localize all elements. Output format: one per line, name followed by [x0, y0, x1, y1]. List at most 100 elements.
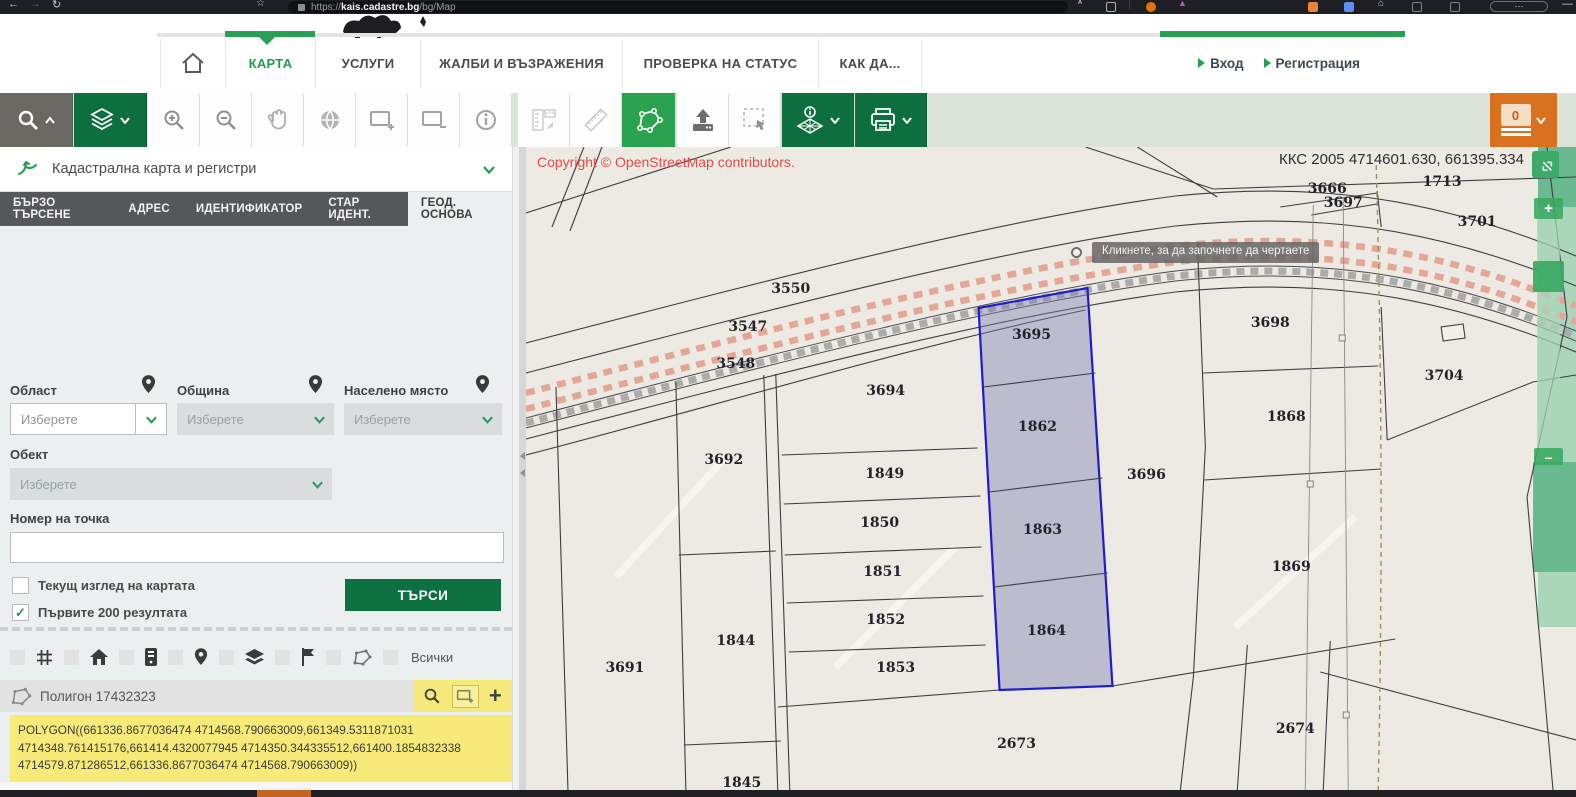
- parcel-label-2674: 2674: [1276, 721, 1315, 737]
- current-view-checkbox[interactable]: [12, 577, 29, 594]
- map-zoom-in-button[interactable]: +: [1534, 198, 1563, 219]
- rect-plus-icon: [455, 688, 475, 704]
- nav-tab-kakda[interactable]: КАК ДА...: [818, 38, 922, 88]
- zoom-in-button[interactable]: [148, 93, 200, 147]
- filter-checkbox-pin[interactable]: [168, 650, 183, 665]
- parcel-label-3550: 3550: [771, 281, 810, 297]
- nav-tab-proverka[interactable]: ПРОВЕРКА НА СТАТУС: [622, 38, 818, 88]
- chevron-down-icon: [481, 415, 494, 424]
- globe-button[interactable]: [304, 93, 356, 147]
- map-zoom-out-button[interactable]: –: [1534, 448, 1563, 465]
- cart-button[interactable]: 0: [1490, 93, 1557, 147]
- parcel-label-1864: 1864: [1027, 623, 1066, 639]
- draw-polygon-button[interactable]: [622, 93, 676, 147]
- result-row[interactable]: Полигон 17432323 +: [0, 680, 512, 712]
- save-page-icon[interactable]: [1106, 2, 1116, 12]
- chevron-down-icon: [829, 116, 841, 124]
- site-header: КАРТА УСЛУГИ ЖАЛБИ И ВЪЗРАЖЕНИЯ ПРОВЕРКА…: [0, 14, 1576, 93]
- extension-pin-icon[interactable]: [1146, 2, 1156, 12]
- pan-button[interactable]: [252, 93, 304, 147]
- sidebar-scrollbar[interactable]: [512, 147, 519, 790]
- print-button[interactable]: [855, 93, 927, 147]
- chevron-down-icon: [482, 165, 496, 174]
- filter-checkbox-home[interactable]: [64, 650, 79, 665]
- filter-checkbox-polygon[interactable]: [326, 650, 341, 665]
- profile-pill[interactable]: ⋯: [1490, 1, 1548, 12]
- check-icon: ✓: [15, 605, 26, 621]
- nav-tab-uslugi[interactable]: УСЛУГИ: [315, 38, 420, 88]
- chevron-right-icon: [1198, 58, 1205, 68]
- browser-reload-icon[interactable]: ↻: [52, 0, 61, 11]
- browser-back-icon[interactable]: ←: [8, 0, 19, 10]
- extension-blue-icon[interactable]: [1344, 2, 1354, 12]
- zoom-slider-track[interactable]: [1537, 219, 1560, 448]
- object-select[interactable]: Изберете: [10, 468, 332, 500]
- search-button[interactable]: ТЪРСИ: [345, 579, 501, 611]
- obshtina-select[interactable]: Изберете: [177, 403, 334, 435]
- polygon-icon: [352, 649, 372, 666]
- scale-measure-button[interactable]: [518, 93, 570, 147]
- browser-forward-icon[interactable]: →: [30, 0, 41, 10]
- pin-icon: [141, 375, 156, 394]
- upload-button[interactable]: [677, 93, 729, 147]
- extension-orange-icon[interactable]: [1308, 2, 1318, 12]
- address-bar[interactable]: https://kais.cadastre.bg/bg/Map: [288, 1, 1068, 13]
- search-tabs: БЪРЗО ТЪРСЕНЕ АДРЕС ИДЕНТИФИКАТОР СТАР И…: [0, 192, 512, 226]
- filter-checkbox-building[interactable]: [119, 650, 134, 665]
- filter-checkbox-all[interactable]: [383, 650, 398, 665]
- bookmark-star-icon[interactable]: ☆: [256, 0, 265, 9]
- draw-cursor-marker: [1071, 247, 1082, 258]
- sidebar-collapse-handle[interactable]: [519, 147, 526, 790]
- tab-adres[interactable]: АДРЕС: [115, 192, 183, 226]
- obshtina-label: Община: [177, 383, 229, 398]
- minimize-icon[interactable]: —: [1562, 0, 1573, 10]
- login-link[interactable]: Вход: [1198, 56, 1243, 71]
- zoom-rect-in-button[interactable]: [356, 93, 408, 147]
- collapse-arrow-icon: [520, 452, 525, 460]
- obshtina-placeholder: Изберете: [187, 412, 304, 427]
- tab-geod-osnova[interactable]: ГЕОД. ОСНОВА: [408, 192, 512, 226]
- ruler-button[interactable]: [570, 93, 622, 147]
- nav-home[interactable]: [160, 38, 225, 88]
- point-number-input[interactable]: [10, 532, 504, 563]
- fullscreen-button[interactable]: [1532, 151, 1559, 178]
- nav-tab-karta[interactable]: КАРТА: [225, 38, 315, 88]
- tab-identifikator[interactable]: ИДЕНТИФИКАТОР: [183, 192, 316, 226]
- service-selector[interactable]: Кадастрална карта и регистри: [0, 147, 512, 192]
- tab-barzo-tarsene[interactable]: БЪРЗО ТЪРСЕНЕ: [0, 192, 115, 226]
- filter-checkbox-layers[interactable]: [219, 650, 234, 665]
- layers-button[interactable]: [74, 93, 147, 147]
- parcel-label-1869: 1869: [1272, 559, 1311, 575]
- filter-checkbox-grid[interactable]: [10, 650, 25, 665]
- zoom-slider-handle[interactable]: [1533, 261, 1564, 292]
- nav-tab-zhalbi[interactable]: ЖАЛБИ И ВЪЗРАЖЕНИЯ: [420, 38, 622, 88]
- zoom-out-button[interactable]: [200, 93, 252, 147]
- home-button-icon[interactable]: ⌂: [1378, 0, 1384, 9]
- draw-tooltip: Кликнете, за да започнете да чертаете: [1092, 242, 1319, 263]
- search-tool-button[interactable]: [0, 93, 73, 147]
- first200-checkbox[interactable]: ✓: [12, 604, 29, 621]
- zoom-to-result-icon[interactable]: [423, 687, 441, 705]
- tab-star-ident[interactable]: СТАР ИДЕНТ.: [315, 192, 407, 226]
- downloads-icon[interactable]: [1412, 2, 1422, 12]
- filter-checkbox-flag[interactable]: [275, 650, 290, 665]
- layer-info-button[interactable]: [782, 93, 854, 147]
- polygon-wkt[interactable]: POLYGON((661336.8677036474 4714568.79066…: [10, 715, 512, 782]
- upload-icon: [689, 107, 717, 133]
- select-area-button[interactable]: [729, 93, 781, 147]
- extension-purple-icon[interactable]: ▲: [1178, 0, 1187, 8]
- map-canvas[interactable]: 3550354735483694369218491850185118521853…: [526, 147, 1576, 790]
- parcel-label-3548: 3548: [716, 356, 755, 372]
- add-rect-button[interactable]: [452, 685, 479, 708]
- site-info-icon[interactable]: [298, 4, 305, 11]
- separator: |: [1128, 0, 1131, 10]
- oblast-select[interactable]: Изберете: [10, 403, 167, 435]
- info-button[interactable]: [460, 93, 512, 147]
- register-link[interactable]: Регистрация: [1264, 56, 1360, 71]
- flag-icon: [301, 648, 315, 666]
- settlement-select[interactable]: Изберете: [344, 403, 502, 435]
- reader-mode-icon[interactable]: ᴬ: [1078, 0, 1082, 8]
- chevron-down-icon: [901, 116, 913, 124]
- zoom-rect-out-button[interactable]: [408, 93, 460, 147]
- extensions-icon[interactable]: [1450, 2, 1460, 12]
